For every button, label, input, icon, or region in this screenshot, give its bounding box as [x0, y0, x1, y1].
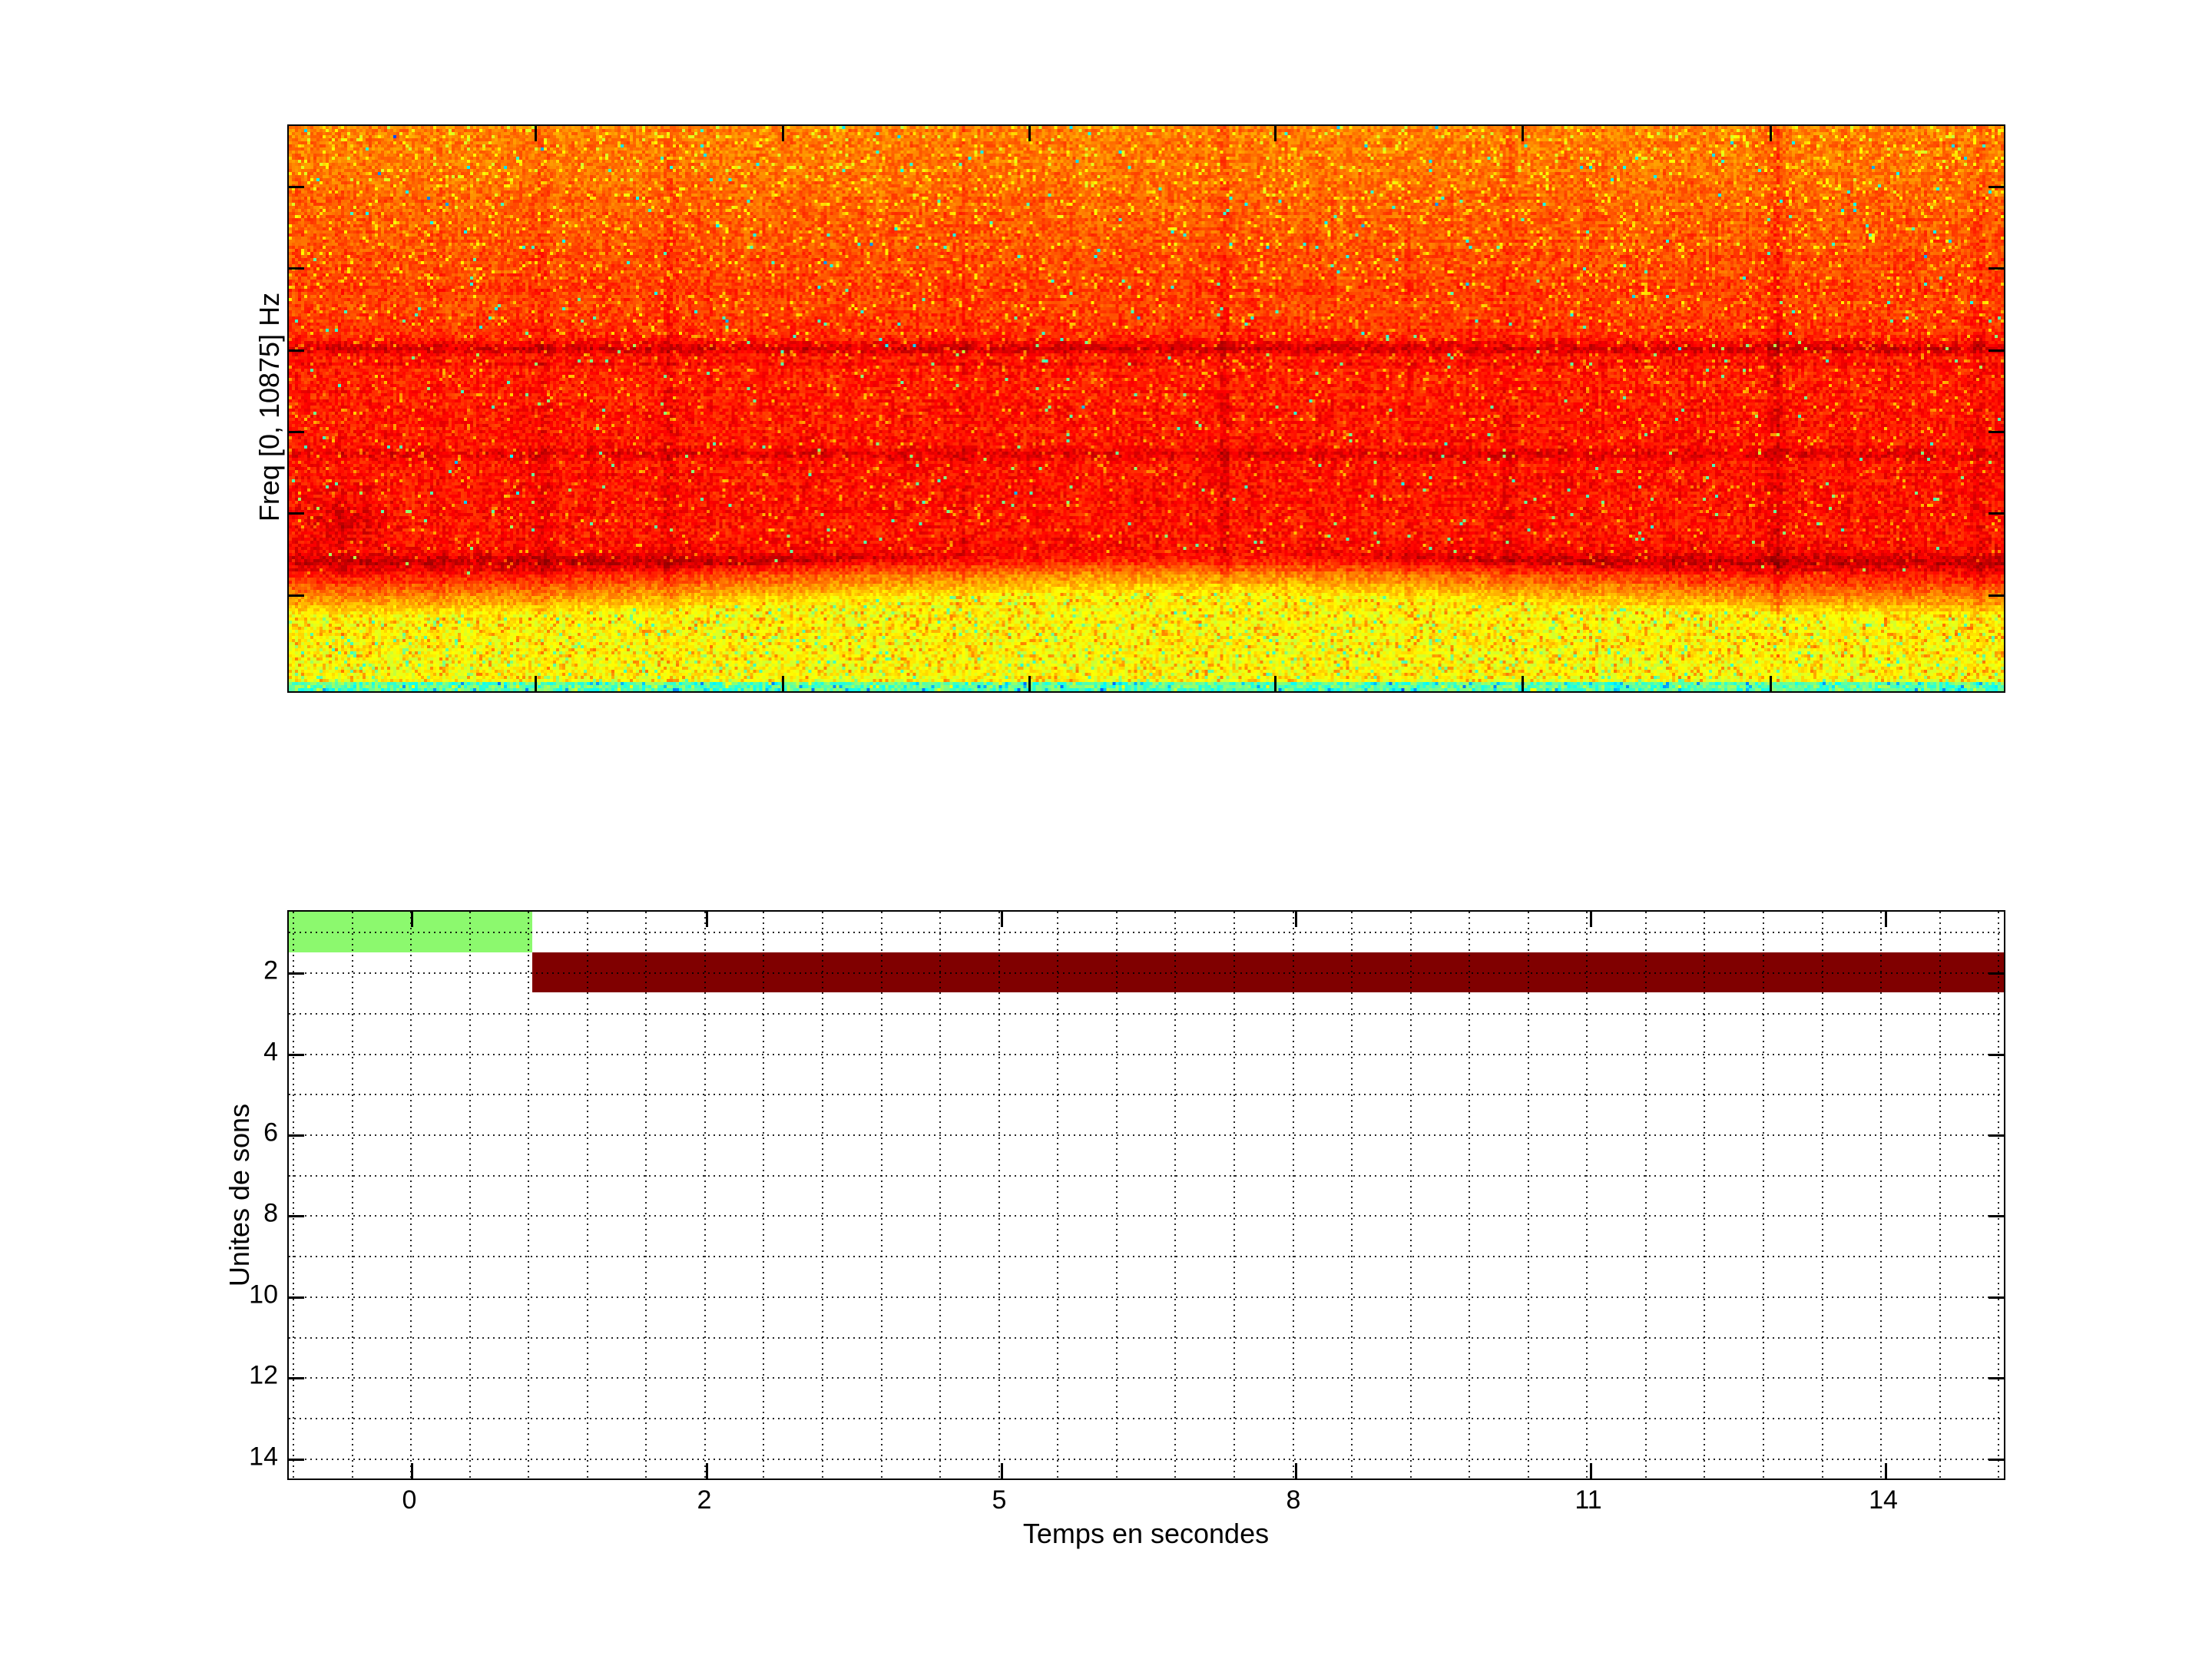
spectrogram-y-tick	[289, 349, 304, 352]
spectrogram-y-tick	[1988, 186, 2004, 188]
y-axis-tick	[1988, 1054, 2004, 1056]
y-axis-tick	[289, 1459, 304, 1461]
y-axis-tick	[289, 1054, 304, 1056]
y-axis-tick	[289, 1377, 304, 1379]
y-tick-label: 4	[263, 1037, 278, 1067]
spectrogram-x-tick	[782, 126, 784, 141]
x-axis-tick	[411, 1463, 413, 1479]
spectrogram-x-tick	[782, 676, 784, 691]
gantt-xlabel: Temps en secondes	[1022, 1518, 1270, 1549]
spectrogram-x-tick	[535, 126, 537, 141]
y-tick-label: 12	[249, 1360, 278, 1390]
spectrogram-y-tick	[289, 186, 304, 188]
y-tick-label: 2	[263, 955, 278, 985]
x-tick-label: 5	[992, 1485, 1007, 1515]
spectrogram-y-tick	[1988, 512, 2004, 515]
y-axis-tick	[289, 1296, 304, 1299]
spectrogram-x-tick	[1028, 676, 1031, 691]
axis-tick-marks	[289, 912, 2004, 1479]
x-axis-tick	[1295, 1463, 1297, 1479]
y-tick-label: 6	[263, 1118, 278, 1147]
x-axis-tick	[1590, 912, 1592, 927]
spectrogram-tick-marks	[289, 126, 2004, 691]
sound-units-axes	[287, 910, 2005, 1480]
matlab-figure: Freq [0, 10875] Hz Unites de sons Temps …	[0, 0, 2212, 1659]
y-tick-label: 10	[249, 1280, 278, 1310]
spectrogram-x-tick	[1274, 126, 1277, 141]
x-axis-tick	[411, 912, 413, 927]
x-axis-tick	[1885, 1463, 1887, 1479]
spectrogram-y-tick	[289, 512, 304, 515]
spectrogram-y-tick	[289, 594, 304, 597]
spectrogram-y-tick	[1988, 431, 2004, 433]
x-axis-tick	[706, 1463, 708, 1479]
spectrogram-y-tick	[1988, 594, 2004, 597]
x-axis-tick	[1001, 1463, 1003, 1479]
y-axis-tick	[1988, 1377, 2004, 1379]
y-axis-tick	[289, 972, 304, 975]
x-tick-label: 11	[1575, 1485, 1602, 1515]
spectrogram-ylabel: Freq [0, 10875] Hz	[253, 292, 285, 522]
x-axis-tick	[1885, 912, 1887, 927]
x-axis-tick	[1590, 1463, 1592, 1479]
x-tick-label: 14	[1869, 1485, 1898, 1515]
spectrogram-y-tick	[289, 431, 304, 433]
y-tick-label: 8	[263, 1198, 278, 1228]
spectrogram-y-tick	[1988, 349, 2004, 352]
y-tick-label: 14	[249, 1442, 278, 1472]
y-axis-tick	[1988, 972, 2004, 975]
spectrogram-x-tick	[535, 676, 537, 691]
x-axis-tick	[1295, 912, 1297, 927]
x-tick-label: 8	[1286, 1485, 1301, 1515]
y-axis-tick	[289, 1134, 304, 1137]
spectrogram-x-tick	[1770, 676, 1772, 691]
x-tick-label: 0	[402, 1485, 417, 1515]
spectrogram-y-tick	[289, 267, 304, 270]
spectrogram-axes	[287, 124, 2005, 693]
spectrogram-x-tick	[1028, 126, 1031, 141]
y-axis-tick	[1988, 1215, 2004, 1217]
x-axis-tick	[706, 912, 708, 927]
spectrogram-x-tick	[1522, 676, 1524, 691]
x-axis-tick	[1001, 912, 1003, 927]
x-tick-label: 2	[697, 1485, 712, 1515]
spectrogram-x-tick	[1770, 126, 1772, 141]
y-axis-tick	[289, 1215, 304, 1217]
spectrogram-y-tick	[1988, 267, 2004, 270]
y-axis-tick	[1988, 1296, 2004, 1299]
y-axis-tick	[1988, 1459, 2004, 1461]
y-axis-tick	[1988, 1134, 2004, 1137]
spectrogram-x-tick	[1274, 676, 1277, 691]
spectrogram-x-tick	[1522, 126, 1524, 141]
